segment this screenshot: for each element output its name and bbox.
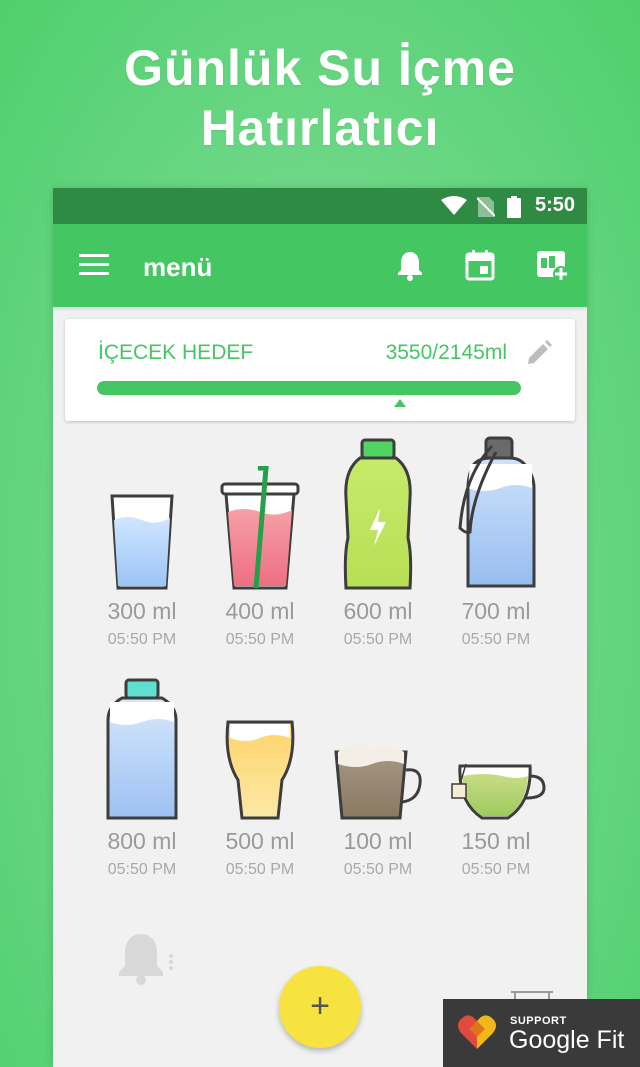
drink-goal-card: İÇECEK HEDEF 3550/2145ml: [65, 319, 575, 421]
drink-item[interactable]: 400 ml 05:50 PM: [201, 466, 319, 649]
drink-time: 05:50 PM: [461, 631, 531, 648]
edit-pencil-icon[interactable]: [525, 339, 553, 367]
no-sim-icon: [477, 197, 495, 217]
goal-progress-bar: [97, 381, 521, 395]
drink-amount: 300 ml: [107, 598, 177, 624]
promo-headline: Günlük Su İçme Hatırlatıcı: [0, 38, 640, 158]
drink-time: 05:50 PM: [225, 631, 295, 648]
energy-bottle-icon: [343, 438, 413, 590]
drink-item[interactable]: 500 ml 05:50 PM: [201, 718, 319, 879]
soda-cup-icon: [220, 466, 300, 590]
add-drink-icon[interactable]: [535, 248, 569, 282]
beer-glass-icon: [225, 720, 295, 820]
drink-item[interactable]: 300 ml 05:50 PM: [83, 490, 201, 649]
drink-time: 05:50 PM: [461, 861, 531, 878]
drink-item[interactable]: 100 ml 05:50 PM: [319, 740, 437, 879]
drink-item[interactable]: 600 ml 05:50 PM: [319, 438, 437, 649]
drink-item[interactable]: 800 ml 05:50 PM: [83, 678, 201, 879]
calendar-icon[interactable]: [463, 248, 497, 282]
drink-amount: 800 ml: [107, 828, 177, 854]
sport-bottle-icon: [458, 436, 536, 588]
headline-line-1: Günlük Su İçme: [124, 40, 516, 96]
water-bottle-icon: [106, 678, 178, 820]
drink-time: 05:50 PM: [107, 861, 177, 878]
add-drink-fab[interactable]: +: [279, 966, 361, 1048]
drink-amount: 600 ml: [343, 598, 413, 624]
goal-marker: [394, 399, 406, 407]
drink-time: 05:50 PM: [107, 631, 177, 648]
google-fit-name: Google Fit: [509, 1026, 625, 1054]
drink-amount: 100 ml: [343, 828, 413, 854]
drink-item[interactable]: 700 ml 05:50 PM: [437, 436, 555, 649]
drink-amount: 700 ml: [461, 598, 531, 624]
goal-label: İÇECEK HEDEF: [98, 341, 254, 364]
reminder-bell-icon[interactable]: [115, 930, 177, 986]
drink-time: 05:50 PM: [343, 631, 413, 648]
drink-amount: 150 ml: [461, 828, 531, 854]
phone-screen: 5:50 menü İÇECEK HEDEF 3550/2145ml 300 m…: [53, 188, 587, 1067]
battery-icon: [507, 196, 521, 218]
headline-line-2: Hatırlatıcı: [200, 100, 440, 156]
wifi-icon: [441, 196, 467, 215]
coffee-cup-icon: [334, 744, 422, 820]
google-fit-heart-icon: [458, 1015, 496, 1049]
status-bar: 5:50: [53, 188, 587, 224]
bell-icon[interactable]: [393, 248, 427, 282]
drink-time: 05:50 PM: [343, 861, 413, 878]
drink-time: 05:50 PM: [225, 861, 295, 878]
status-time: 5:50: [534, 194, 575, 216]
app-bar: menü: [53, 224, 587, 307]
goal-value: 3550/2145ml: [385, 341, 507, 364]
tea-cup-icon: [451, 763, 546, 820]
google-fit-badge: SUPPORT Google Fit: [443, 999, 640, 1067]
drink-item[interactable]: 150 ml 05:50 PM: [437, 762, 555, 879]
hamburger-menu-icon[interactable]: [79, 254, 109, 278]
app-title: menü: [143, 252, 213, 282]
goal-progress-fill: [97, 381, 521, 395]
drink-amount: 400 ml: [225, 598, 295, 624]
glass-icon: [110, 494, 174, 590]
drink-amount: 500 ml: [225, 828, 295, 854]
